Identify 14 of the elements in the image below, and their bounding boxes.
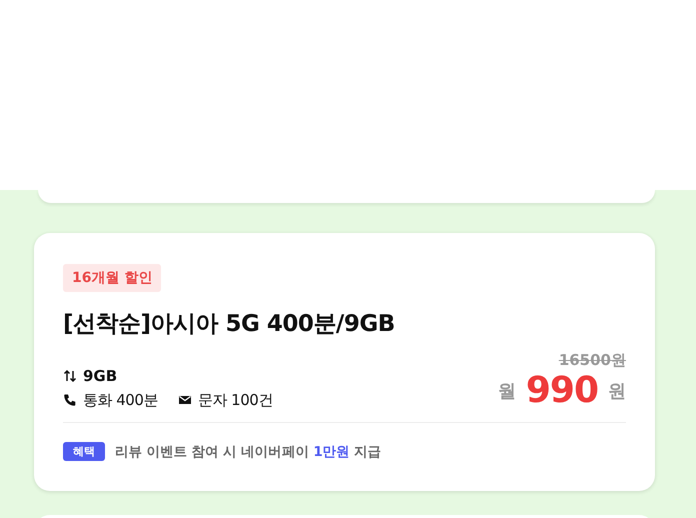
call-minutes: 통화 400분 [83, 390, 158, 410]
phone-icon [63, 393, 77, 407]
original-price: 16500원 [558, 351, 626, 370]
text-messages: 문자 100건 [198, 390, 273, 410]
benefit-tag: 혜택 [63, 442, 105, 461]
discount-badge: 16개월 할인 [63, 264, 162, 292]
plan-title: [선착순]아시아 5G 400분/9GB [63, 310, 396, 339]
monthly-price: 990 [526, 370, 598, 412]
envelope-icon [178, 393, 192, 407]
benefit-text: 리뷰 이벤트 참여 시 네이버페이 1만원 지급 [115, 442, 382, 460]
data-amount: 9GB [83, 367, 118, 385]
up-down-arrows-icon [63, 369, 77, 383]
price-prefix: 월 [498, 380, 516, 403]
price-unit: 원 [608, 380, 626, 403]
